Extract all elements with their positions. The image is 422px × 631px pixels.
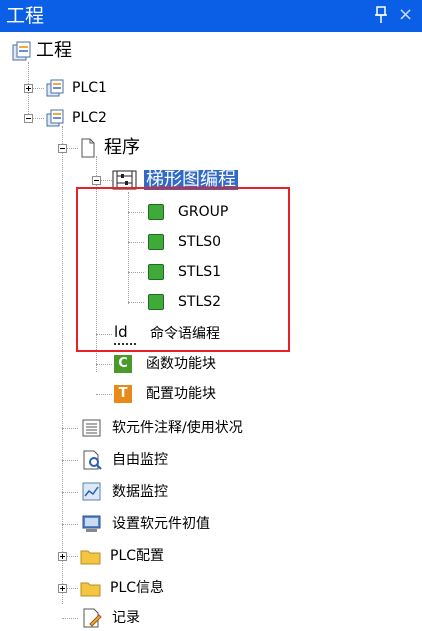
tree-item-label: 记录 — [112, 610, 140, 626]
monitor-icon — [83, 450, 102, 470]
tree-item-label: 命令语编程 — [150, 326, 220, 342]
tree-line — [62, 492, 78, 493]
plc-icon — [46, 79, 64, 97]
data-monitor-icon — [82, 482, 101, 501]
tree-item-program[interactable]: 程序 — [80, 135, 140, 161]
device-init-icon — [82, 515, 101, 532]
collapse-toggle[interactable] — [92, 176, 101, 185]
tree-item-function-block[interactable]: C 函数功能块 — [114, 351, 216, 377]
tree-line — [62, 126, 63, 604]
tree-item-free-monitor[interactable]: 自由监控 — [82, 447, 168, 473]
folder-icon — [80, 582, 101, 597]
project-icon — [12, 41, 31, 61]
document-icon — [81, 138, 95, 158]
collapse-toggle[interactable] — [24, 114, 33, 123]
pin-icon[interactable] — [374, 6, 388, 24]
tree-line — [62, 428, 78, 429]
tree-item-instruction-list[interactable]: ld 命令语编程 — [114, 321, 220, 347]
tree-item-label: 配置功能块 — [146, 386, 216, 402]
config-block-icon: T — [114, 385, 132, 403]
log-icon — [83, 608, 102, 628]
tree-item-label: PLC2 — [72, 110, 107, 126]
tree-line — [96, 364, 112, 365]
folder-icon — [80, 550, 101, 565]
tree-item-label: 工程 — [36, 40, 72, 61]
tree-item-label: PLC配置 — [110, 548, 165, 564]
tree-item-label: PLC1 — [72, 80, 107, 96]
instruction-list-icon: ld — [114, 323, 136, 345]
tree-item-plc-info[interactable]: PLC信息 — [80, 575, 164, 601]
tree-item-data-monitor[interactable]: 数据监控 — [82, 479, 168, 505]
tree-item-log[interactable]: 记录 — [82, 605, 140, 631]
tree-line — [62, 524, 78, 525]
tree-item-device-comment[interactable]: 软元件注释/使用状况 — [82, 415, 243, 441]
panel-title-bar: 工程 × — [0, 0, 422, 32]
tree-item-plc2[interactable]: PLC2 — [46, 105, 107, 131]
tree-line — [96, 394, 112, 395]
tree-item-config-block[interactable]: T 配置功能块 — [114, 381, 216, 407]
tree-item-label: PLC信息 — [110, 580, 165, 596]
tree-item-label: 自由监控 — [112, 452, 168, 468]
project-tree: 工程 PLC1 PLC2 程序 梯形图编程 GROUP STLS0 STLS1 … — [0, 32, 422, 630]
tree-item-label: 程序 — [104, 137, 140, 158]
tree-line — [62, 618, 78, 619]
expand-toggle[interactable] — [24, 84, 33, 93]
expand-toggle[interactable] — [58, 552, 67, 561]
tree-line — [62, 460, 78, 461]
tree-item-label: 设置软元件初值 — [112, 516, 210, 532]
tree-item-label: 函数功能块 — [146, 356, 216, 372]
tree-item-device-init[interactable]: 设置软元件初值 — [82, 511, 210, 537]
tree-item-plc1[interactable]: PLC1 — [46, 75, 107, 101]
panel-title: 工程 — [6, 5, 45, 27]
tree-item-label: 数据监控 — [112, 484, 168, 500]
list-icon — [82, 419, 101, 437]
function-block-icon: C — [114, 355, 132, 373]
close-button[interactable]: × — [398, 3, 413, 27]
tree-item-project[interactable]: 工程 — [12, 38, 72, 64]
tree-item-label: 软元件注释/使用状况 — [112, 420, 243, 436]
plc-icon — [46, 109, 64, 127]
collapse-toggle[interactable] — [58, 144, 67, 153]
expand-toggle[interactable] — [58, 584, 67, 593]
tree-item-plc-config[interactable]: PLC配置 — [80, 543, 164, 569]
